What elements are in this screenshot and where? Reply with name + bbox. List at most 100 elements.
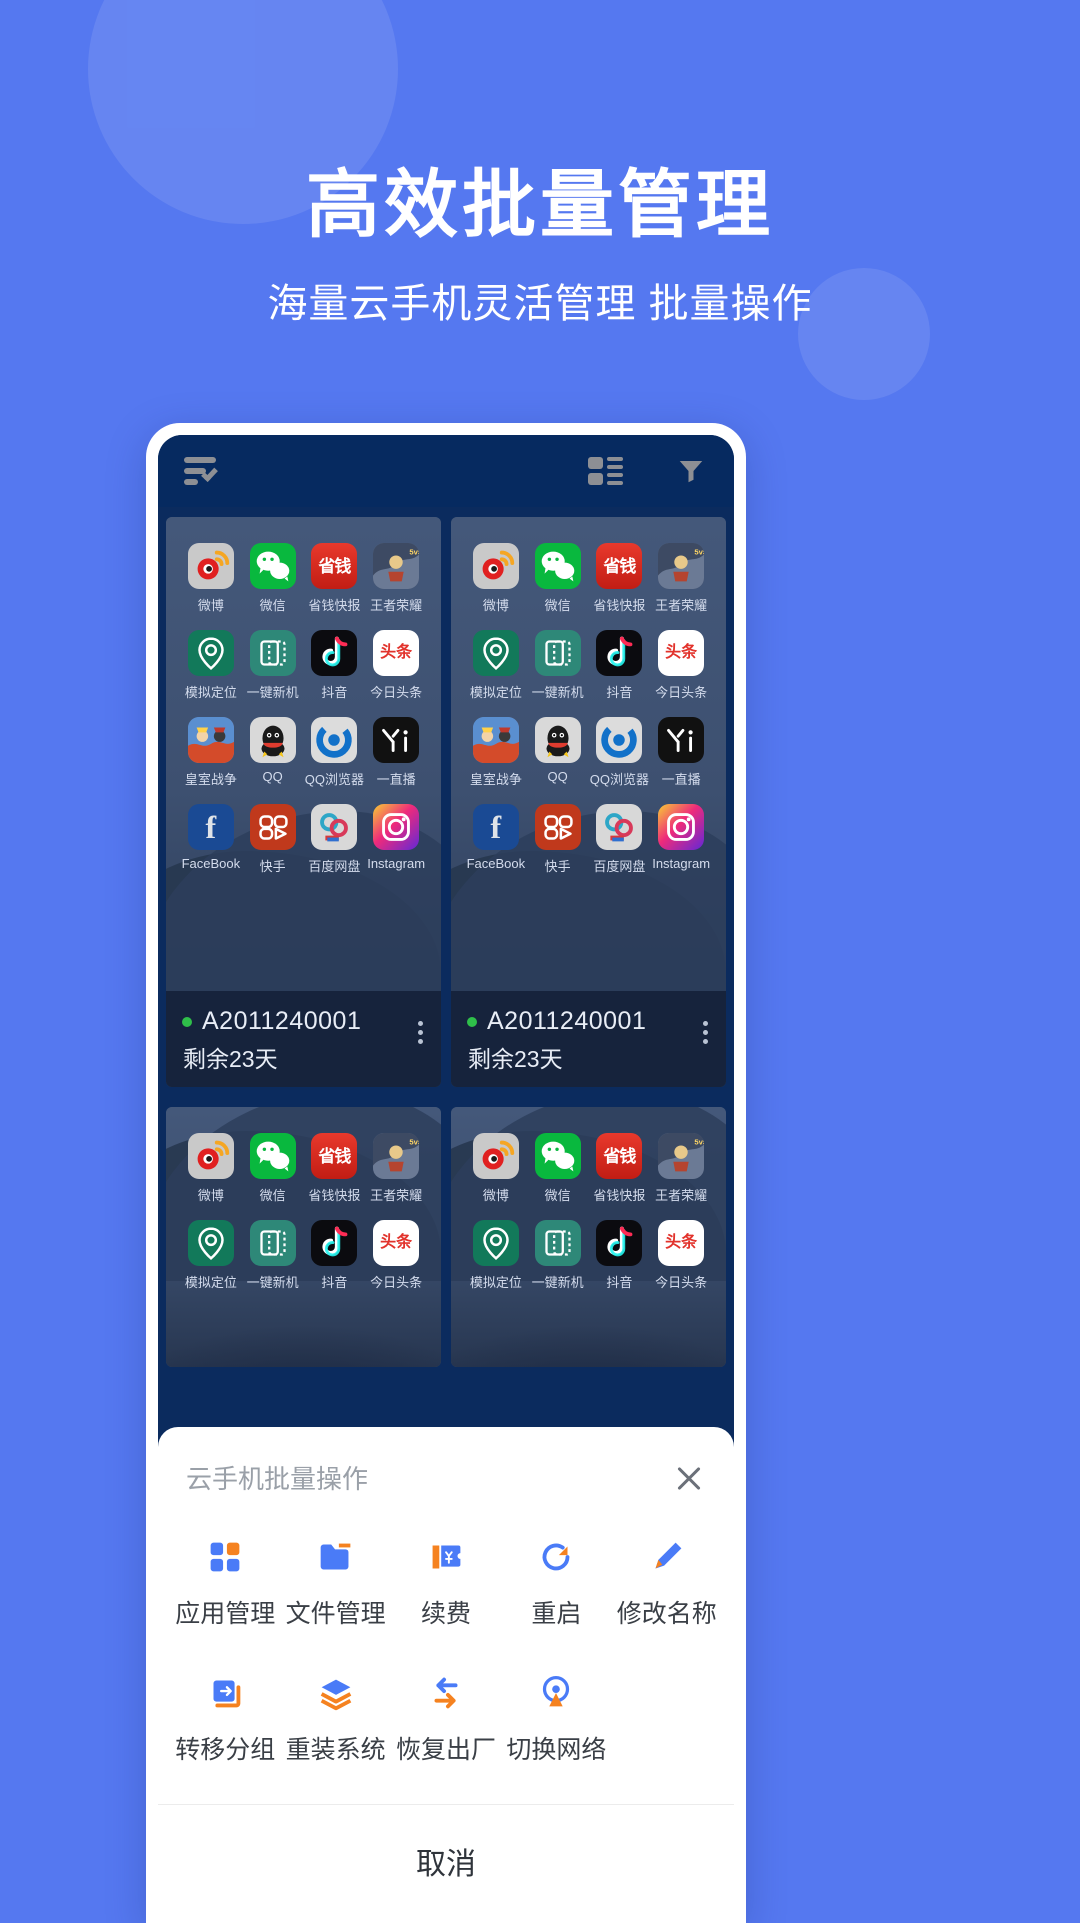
app-label: 省钱快报 (593, 1188, 646, 1203)
sheet-action-label: 应用管理 (175, 1600, 276, 1628)
app-item[interactable]: f FaceBook (465, 804, 527, 875)
app-item[interactable]: 微信 (527, 1133, 589, 1204)
app-item[interactable]: 抖音 (304, 630, 366, 701)
device-card[interactable]: 微博 微信 省钱 省钱快报 5v5 王者荣耀 模拟定位 一键新机 抖音 头条 (451, 517, 726, 1087)
app-item[interactable]: 一直播 (365, 717, 427, 788)
funnel-icon[interactable] (674, 456, 708, 486)
device-card[interactable]: 微博 微信 省钱 省钱快报 5v5 王者荣耀 模拟定位 一键新机 抖音 头条 (166, 1107, 441, 1367)
app-item[interactable]: 模拟定位 (465, 630, 527, 701)
app-label: 百度网盘 (308, 859, 361, 874)
app-item[interactable]: 5v5 王者荣耀 (650, 543, 712, 614)
device-more-icon[interactable] (418, 1017, 423, 1048)
loc-icon (472, 1220, 519, 1266)
app-item[interactable]: 皇室战争 (465, 717, 527, 788)
app-item[interactable]: 百度网盘 (589, 804, 651, 875)
app-item[interactable]: 快手 (242, 804, 304, 875)
device-card[interactable]: 微博 微信 省钱 省钱快报 5v5 王者荣耀 模拟定位 一键新机 抖音 头条 (166, 517, 441, 1087)
app-item[interactable]: 5v5 王者荣耀 (365, 543, 427, 614)
device-id: A2011240001 (202, 1007, 362, 1035)
app-item[interactable]: 百度网盘 (304, 804, 366, 875)
sheet-action-续费[interactable]: 续费 (391, 1534, 501, 1630)
app-item[interactable]: 模拟定位 (465, 1220, 527, 1291)
app-item[interactable]: 省钱 省钱快报 (589, 543, 651, 614)
app-item[interactable]: 微信 (527, 543, 589, 614)
app-item[interactable]: 一键新机 (242, 1220, 304, 1291)
device-card[interactable]: 微博 微信 省钱 省钱快报 5v5 王者荣耀 模拟定位 一键新机 抖音 头条 (451, 1107, 726, 1367)
baidu-icon (311, 804, 358, 850)
app-item[interactable]: 5v5 王者荣耀 (365, 1133, 427, 1204)
svg-text:5v5: 5v5 (695, 548, 705, 557)
app-item[interactable]: 一键新机 (527, 630, 589, 701)
app-item[interactable]: 省钱 省钱快报 (304, 1133, 366, 1204)
close-icon[interactable] (672, 1461, 706, 1495)
newphone-icon (534, 630, 581, 676)
sheet-action-label: 重启 (531, 1600, 582, 1628)
sheet-action-修改名称[interactable]: 修改名称 (612, 1534, 722, 1630)
app-item[interactable]: 一键新机 (527, 1220, 589, 1291)
wechat-icon (534, 543, 581, 589)
app-label: 模拟定位 (184, 1275, 237, 1290)
grid-list-icon[interactable] (588, 456, 624, 486)
app-item[interactable]: 微信 (242, 543, 304, 614)
sheet-action-文件管理[interactable]: 文件管理 (280, 1534, 390, 1630)
sheet-action-应用管理[interactable]: 应用管理 (170, 1534, 280, 1630)
app-item[interactable]: 头条 今日头条 (365, 630, 427, 701)
app-item[interactable]: 微博 (465, 1133, 527, 1204)
app-label: 今日头条 (655, 1275, 708, 1290)
app-item[interactable]: 快手 (527, 804, 589, 875)
app-item[interactable]: 模拟定位 (180, 1220, 242, 1291)
app-item[interactable]: 一直播 (650, 717, 712, 788)
app-item[interactable]: Instagram (650, 804, 712, 875)
app-item[interactable]: 微信 (242, 1133, 304, 1204)
list-check-icon[interactable] (184, 457, 218, 485)
move-group-icon (202, 1670, 248, 1716)
sheet-action-重启[interactable]: 重启 (501, 1534, 611, 1630)
sheet-action-切换网络[interactable]: 切换网络 (501, 1670, 611, 1766)
app-item[interactable]: 抖音 (589, 1220, 651, 1291)
sheet-action-转移分组[interactable]: 转移分组 (170, 1670, 280, 1766)
device-more-icon[interactable] (703, 1017, 708, 1048)
sheet-action-重装系统[interactable]: 重装系统 (280, 1670, 390, 1766)
sheet-action-恢复出厂[interactable]: 恢复出厂 (391, 1670, 501, 1766)
app-label: 微博 (482, 1188, 509, 1203)
app-item[interactable]: 微博 (465, 543, 527, 614)
app-item[interactable]: 省钱 省钱快报 (589, 1133, 651, 1204)
wechat-icon (249, 543, 296, 589)
app-item[interactable]: QQ (242, 717, 304, 788)
app-label: 微博 (197, 598, 224, 613)
app-item[interactable]: 头条 今日头条 (650, 630, 712, 701)
app-item[interactable]: QQ浏览器 (304, 717, 366, 788)
phone-mockup: 微博 微信 省钱 省钱快报 5v5 王者荣耀 模拟定位 一键新机 抖音 头条 (146, 423, 746, 1923)
app-item[interactable]: 头条 今日头条 (365, 1220, 427, 1291)
app-item[interactable]: Instagram (365, 804, 427, 875)
sheet-action-label: 修改名称 (616, 1600, 717, 1628)
app-label: 王者荣耀 (655, 598, 708, 613)
app-label: 一键新机 (531, 685, 584, 700)
cancel-button[interactable]: 取消 (158, 1805, 734, 1923)
app-item[interactable]: 一键新机 (242, 630, 304, 701)
facebook-icon: f (187, 804, 234, 850)
app-item[interactable]: 抖音 (304, 1220, 366, 1291)
app-item[interactable]: 5v5 王者荣耀 (650, 1133, 712, 1204)
app-item[interactable]: 微博 (180, 543, 242, 614)
app-label: 王者荣耀 (370, 1188, 423, 1203)
wangzhe-icon: 5v5 (373, 1133, 420, 1179)
app-item[interactable]: f FaceBook (180, 804, 242, 875)
app-label: 今日头条 (655, 685, 708, 700)
app-item[interactable]: 皇室战争 (180, 717, 242, 788)
app-label: 省钱快报 (308, 598, 361, 613)
app-item[interactable]: QQ (527, 717, 589, 788)
loc-icon (472, 630, 519, 676)
device-remaining: 剩余23天 (468, 1046, 563, 1072)
app-item[interactable]: QQ浏览器 (589, 717, 651, 788)
device-grid: 微博 微信 省钱 省钱快报 5v5 王者荣耀 模拟定位 一键新机 抖音 头条 (158, 507, 734, 1097)
qq-icon (534, 717, 581, 763)
app-item[interactable]: 模拟定位 (180, 630, 242, 701)
app-label: 今日头条 (370, 685, 423, 700)
app-item[interactable]: 省钱 省钱快报 (304, 543, 366, 614)
app-item[interactable]: 头条 今日头条 (650, 1220, 712, 1291)
sheet-title: 云手机批量操作 (186, 1464, 369, 1494)
folder-icon (313, 1534, 359, 1580)
app-item[interactable]: 抖音 (589, 630, 651, 701)
app-item[interactable]: 微博 (180, 1133, 242, 1204)
